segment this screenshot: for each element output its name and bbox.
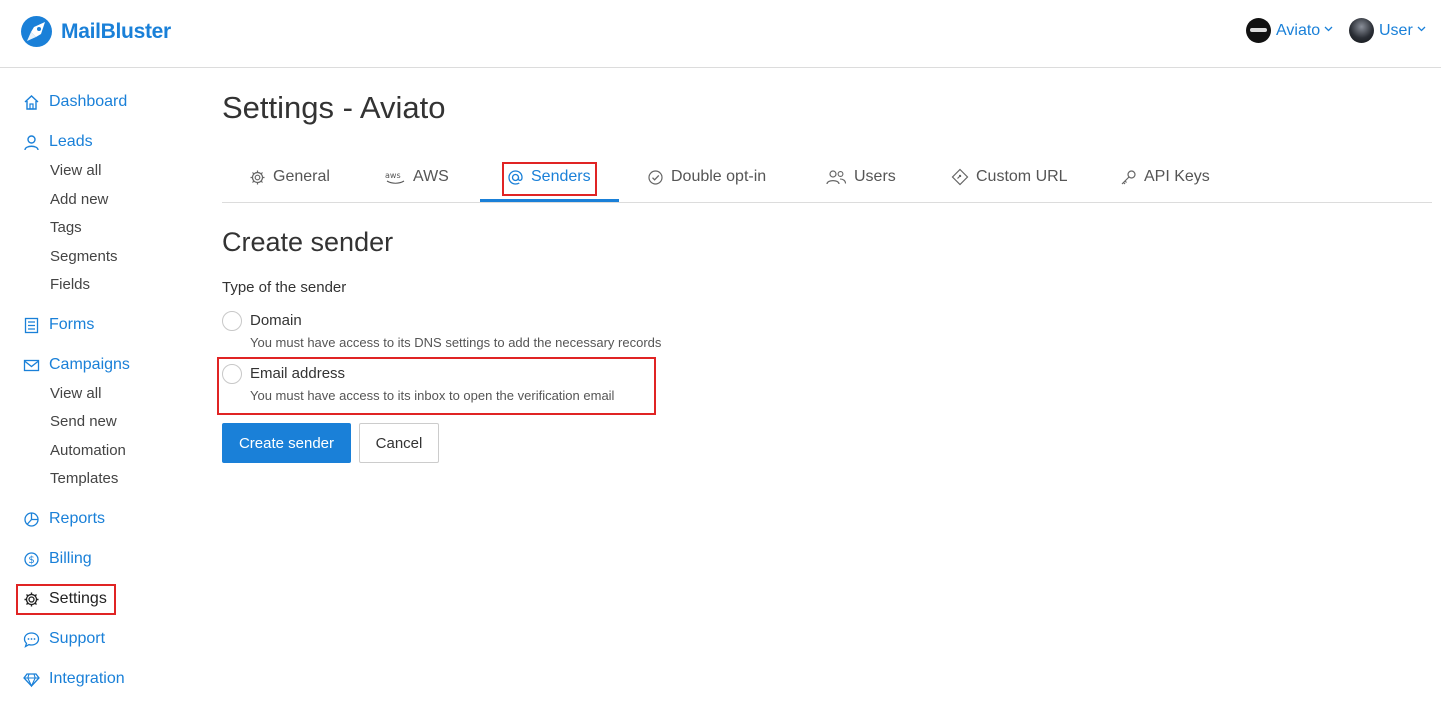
sidebar-subitem-campaigns-send-new[interactable]: Send new (50, 413, 117, 430)
sidebar-subitem-leads-add-new[interactable]: Add new (50, 191, 108, 208)
brand-menu[interactable]: Aviato (1246, 18, 1333, 43)
at-sign-icon (507, 169, 524, 186)
brand-menu-label: Aviato (1276, 21, 1321, 39)
tab-label: AWS (413, 168, 449, 185)
option-email-address-help: You must have access to its inbox to ope… (250, 388, 615, 403)
sidebar-item-leads[interactable]: Leads (23, 133, 93, 151)
dollar-circle-icon: $ (23, 551, 40, 568)
option-domain-label[interactable]: Domain (250, 312, 302, 329)
sidebar-item-label: Reports (49, 510, 106, 527)
active-tab-indicator (480, 199, 619, 202)
form-title: Create sender (222, 227, 394, 257)
sidebar-item-dashboard[interactable]: Dashboard (23, 93, 127, 111)
envelope-icon (23, 357, 40, 374)
app-logo[interactable]: MailBluster (21, 16, 171, 47)
sidebar-item-reports[interactable]: Reports (23, 510, 105, 528)
radio-domain[interactable] (222, 311, 242, 331)
create-sender-button[interactable]: Create sender (222, 423, 351, 463)
sidebar-subitem-campaigns-view-all[interactable]: View all (50, 385, 101, 402)
sidebar-item-integration[interactable]: Integration (23, 670, 125, 688)
tab-label: Double opt-in (671, 168, 767, 185)
top-header: MailBluster Aviato User (0, 0, 1441, 68)
tab-custom-url[interactable]: Custom URL (951, 168, 1068, 186)
tab-double-opt-in[interactable]: Double opt-in (647, 168, 766, 186)
tab-aws[interactable]: aws AWS (385, 168, 449, 186)
diamond-icon (23, 671, 40, 688)
user-avatar (1349, 18, 1374, 43)
sidebar-item-label: Support (49, 630, 106, 647)
app-name: MailBluster (61, 19, 171, 43)
pie-chart-icon (23, 511, 40, 528)
tab-label: General (273, 168, 330, 185)
user-menu-label: User (1379, 21, 1413, 39)
chevron-down-icon (1417, 24, 1426, 35)
option-email-address-label[interactable]: Email address (250, 365, 345, 382)
gear-icon (249, 169, 266, 186)
tab-senders[interactable]: Senders (507, 168, 591, 186)
sidebar-item-label: Leads (49, 133, 93, 150)
radio-email-address[interactable] (222, 364, 242, 384)
sidebar-subitem-leads-fields[interactable]: Fields (50, 276, 90, 293)
sidebar-item-billing[interactable]: $ Billing (23, 550, 92, 568)
sidebar-item-forms[interactable]: Forms (23, 316, 94, 334)
users-icon (825, 169, 847, 186)
gear-icon (23, 591, 40, 608)
svg-text:$: $ (28, 555, 34, 566)
sender-type-label: Type of the sender (222, 279, 347, 296)
page-title: Settings - Aviato (222, 90, 446, 125)
sidebar-item-campaigns[interactable]: Campaigns (23, 356, 130, 374)
user-menu[interactable]: User (1349, 18, 1426, 43)
sidebar-subitem-campaigns-automation[interactable]: Automation (50, 442, 126, 459)
sidebar-subitem-campaigns-templates[interactable]: Templates (50, 470, 118, 487)
sidebar-item-label: Billing (49, 550, 92, 567)
tab-label: API Keys (1144, 168, 1210, 185)
home-icon (23, 94, 40, 111)
sidebar-item-label: Integration (49, 670, 125, 687)
sidebar-item-label: Campaigns (49, 356, 130, 373)
aws-icon: aws (385, 170, 406, 185)
tab-api-keys[interactable]: API Keys (1120, 168, 1210, 186)
chevron-down-icon (1324, 24, 1333, 35)
tab-label: Custom URL (976, 168, 1068, 185)
tab-users[interactable]: Users (825, 168, 896, 186)
tab-label: Users (854, 168, 896, 185)
cancel-button[interactable]: Cancel (359, 423, 439, 463)
user-icon (23, 134, 40, 151)
form-list-icon (23, 317, 40, 334)
sidebar-item-support[interactable]: Support (23, 630, 105, 648)
sidebar-subitem-leads-segments[interactable]: Segments (50, 248, 118, 265)
rocket-logo-icon (21, 16, 52, 47)
tab-label: Senders (531, 168, 591, 185)
sidebar-subitem-leads-view-all[interactable]: View all (50, 162, 101, 179)
sidebar-subitem-leads-tags[interactable]: Tags (50, 219, 82, 236)
sidebar-item-label: Dashboard (49, 93, 128, 110)
key-icon (1120, 169, 1137, 186)
sidebar-item-settings[interactable]: Settings (23, 590, 107, 608)
svg-text:aws: aws (385, 171, 401, 180)
option-domain-help: You must have access to its DNS settings… (250, 335, 662, 350)
settings-tabs: General aws AWS Senders Double opt-in Us… (222, 160, 1432, 203)
tab-general[interactable]: General (249, 168, 330, 186)
sidebar-item-label: Forms (49, 316, 95, 333)
brand-avatar (1246, 18, 1271, 43)
link-diamond-icon (951, 168, 969, 186)
sidebar-item-label: Settings (49, 590, 107, 607)
check-circle-icon (647, 169, 664, 186)
chat-bubble-icon (23, 631, 40, 648)
